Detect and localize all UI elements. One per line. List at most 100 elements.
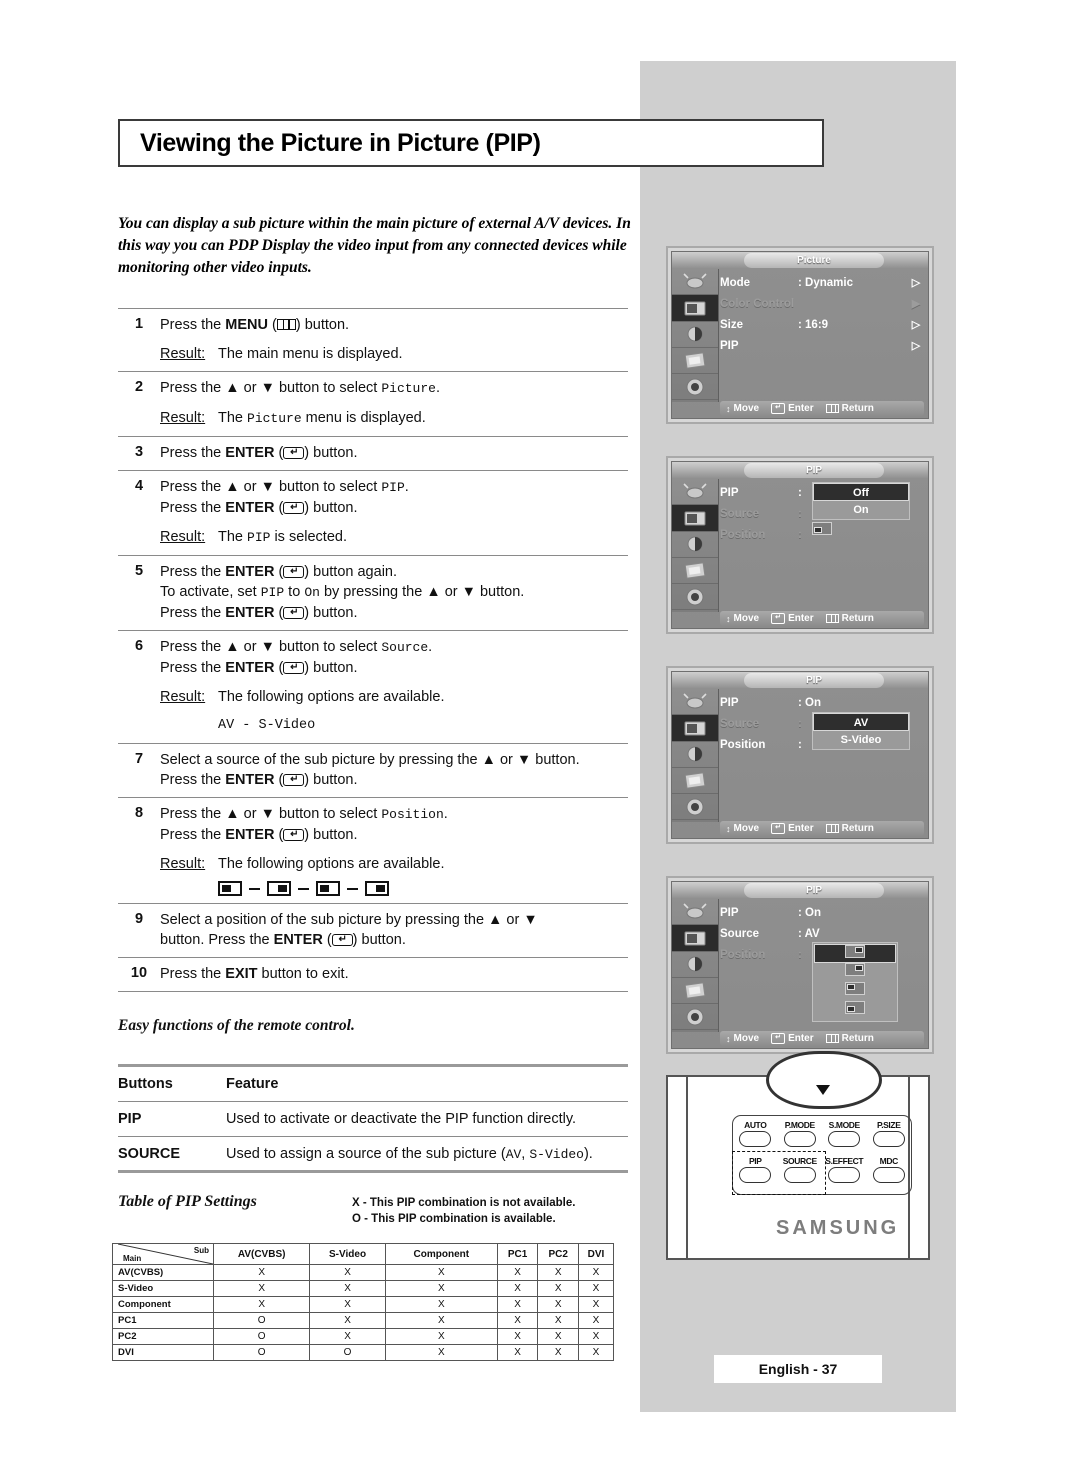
fn-header-row: Buttons Feature bbox=[118, 1064, 628, 1102]
osd-sound-icon[interactable] bbox=[672, 952, 718, 978]
osd-row-value: : On bbox=[798, 696, 821, 709]
osd-row[interactable]: Color Control ▶ bbox=[720, 293, 924, 314]
osd-position-item[interactable] bbox=[814, 1001, 896, 1020]
picture-icon bbox=[684, 931, 706, 946]
enter-glyph-icon: ↵ bbox=[283, 447, 305, 459]
osd-row[interactable]: Source: AV bbox=[720, 923, 924, 944]
table-cell: X bbox=[384, 1312, 498, 1329]
remote-button-key[interactable] bbox=[739, 1131, 772, 1147]
remote-button-key[interactable] bbox=[783, 1131, 816, 1147]
osd-position-item[interactable] bbox=[814, 944, 896, 963]
osd-body: PIP: On Source: AV Position: bbox=[720, 902, 924, 1030]
step-line: Press the ENTER (↵) button. bbox=[160, 605, 358, 621]
step-number: 3 bbox=[134, 444, 144, 460]
osd-dropdown[interactable]: Off On bbox=[812, 482, 910, 520]
setup-icon bbox=[684, 982, 706, 1000]
step-4: 4 Press the ▲ or ▼ button to select PIP. P… bbox=[118, 471, 628, 556]
osd-position-dropdown[interactable] bbox=[812, 942, 898, 1022]
osd-setup-icon[interactable] bbox=[672, 348, 718, 375]
osd-dropdown-item[interactable]: On bbox=[813, 501, 909, 519]
remote-button-key[interactable] bbox=[872, 1131, 905, 1147]
osd-screen-4: PIP PIP: On Source: AV Position: ↕ Move ↵ Enter… bbox=[666, 876, 934, 1054]
osd-input-icon[interactable] bbox=[672, 689, 718, 716]
osd-move-hint: ↕ Move bbox=[726, 823, 759, 834]
step-10: 10 Press the EXIT button to exit. bbox=[118, 958, 628, 992]
step-result: Result: The following options are availab… bbox=[160, 854, 628, 874]
remote-button-pmode[interactable]: P.MODE bbox=[778, 1120, 823, 1147]
pip-position-icon-bottom-left bbox=[218, 881, 242, 896]
osd-function-icon[interactable] bbox=[672, 584, 718, 611]
remote-dial bbox=[766, 1051, 882, 1109]
remote-button-seffect[interactable]: S.EFFECT bbox=[822, 1156, 867, 1183]
updown-icon: ↕ bbox=[726, 1033, 731, 1044]
step-line: Press the ENTER (↵) button again. bbox=[160, 564, 398, 580]
osd-row[interactable]: PIP: On bbox=[720, 902, 924, 923]
pip-settings-legend: X - This PIP combination is not availabl… bbox=[352, 1195, 575, 1227]
osd-position-item[interactable] bbox=[814, 963, 896, 982]
osd-row-arrow-icon: ▷ bbox=[911, 277, 921, 289]
osd-picture-icon[interactable] bbox=[672, 925, 718, 952]
osd-dropdown[interactable]: AV S-Video bbox=[812, 712, 910, 750]
step-number: 7 bbox=[134, 751, 144, 767]
osd-picture-icon[interactable] bbox=[672, 505, 718, 532]
remote-button-smode[interactable]: S.MODE bbox=[822, 1120, 867, 1147]
osd-row[interactable]: Mode: Dynamic ▷ bbox=[720, 272, 924, 293]
enter-glyph-icon: ↵ bbox=[283, 607, 305, 619]
remote-button-mdc[interactable]: MDC bbox=[867, 1156, 912, 1183]
osd-input-icon[interactable] bbox=[672, 269, 718, 296]
osd-sound-icon[interactable] bbox=[672, 322, 718, 348]
step-9: 9 Select a position of the sub picture by… bbox=[118, 904, 628, 958]
osd-picture-icon[interactable] bbox=[672, 295, 718, 322]
osd-enter-label: Enter bbox=[788, 613, 814, 624]
intro-paragraph: You can display a sub picture within the… bbox=[118, 215, 631, 276]
step-result: Result: The following options are availab… bbox=[160, 687, 628, 707]
step-line: Press the ▲ or ▼ button to select Pictur… bbox=[160, 380, 440, 396]
osd-sound-icon[interactable] bbox=[672, 742, 718, 768]
osd-setup-icon[interactable] bbox=[672, 768, 718, 795]
osd-input-icon[interactable] bbox=[672, 899, 718, 926]
osd-dropdown-item[interactable]: S-Video bbox=[813, 731, 909, 749]
pip-position-icon-top-right bbox=[267, 881, 291, 896]
osd-row-label: PIP bbox=[720, 486, 739, 499]
osd-setup-icon[interactable] bbox=[672, 558, 718, 585]
remote-button-key[interactable] bbox=[828, 1131, 861, 1147]
sound-icon bbox=[687, 326, 703, 342]
osd-row[interactable]: Size: 16:9 ▷ bbox=[720, 314, 924, 335]
osd-row[interactable]: PIP: On bbox=[720, 692, 924, 713]
step-line: Press the ENTER (↵) button. bbox=[160, 660, 358, 676]
step-line: Press the ENTER (↵) button. bbox=[160, 500, 358, 516]
table-cell: X bbox=[537, 1344, 579, 1361]
pip-settings-title: Table of PIP Settings bbox=[118, 1193, 257, 1210]
fn-feature-text: Used to assign a source of the sub pictu… bbox=[226, 1146, 593, 1162]
remote-button-key[interactable] bbox=[828, 1167, 861, 1183]
osd-function-icon[interactable] bbox=[672, 374, 718, 401]
osd-row[interactable]: PIP ▷ bbox=[720, 335, 924, 356]
remote-button-psize[interactable]: P.SIZE bbox=[867, 1120, 912, 1147]
sound-icon bbox=[687, 956, 703, 972]
menu-icon bbox=[825, 1034, 839, 1043]
table-row-header: PC2 bbox=[112, 1328, 214, 1345]
osd-position-item[interactable] bbox=[814, 982, 896, 1001]
updown-icon: ↕ bbox=[726, 613, 731, 624]
table-cell: O bbox=[212, 1312, 311, 1329]
osd-function-icon[interactable] bbox=[672, 1004, 718, 1031]
remote-button-key[interactable] bbox=[872, 1167, 905, 1183]
remote-button-label: S.EFFECT bbox=[825, 1156, 864, 1166]
osd-function-icon[interactable] bbox=[672, 794, 718, 821]
step-line: Press the EXIT button to exit. bbox=[160, 966, 349, 982]
step-result: Result: The Picture menu is displayed. bbox=[160, 408, 628, 429]
osd-dropdown-item[interactable]: AV bbox=[813, 713, 909, 731]
osd-input-icon[interactable] bbox=[672, 479, 718, 506]
osd-picture-icon[interactable] bbox=[672, 715, 718, 742]
osd-footer: ↕ Move ↵ Enter Return bbox=[720, 401, 924, 416]
setup-icon bbox=[684, 352, 706, 370]
osd-sound-icon[interactable] bbox=[672, 532, 718, 558]
osd-dropdown-item[interactable]: Off bbox=[813, 483, 909, 501]
step-5: 5 Press the ENTER (↵) button again. To act… bbox=[118, 556, 628, 631]
remote-control-illustration: AUTO P.MODE S.MODE P.SIZE PIP SOURCE S.EFFECT M… bbox=[666, 1051, 930, 1260]
table-cell: X bbox=[212, 1280, 311, 1297]
osd-setup-icon[interactable] bbox=[672, 978, 718, 1005]
remote-button-auto[interactable]: AUTO bbox=[733, 1120, 778, 1147]
osd-row-label: Position bbox=[720, 738, 766, 751]
table-cell: X bbox=[577, 1280, 615, 1297]
